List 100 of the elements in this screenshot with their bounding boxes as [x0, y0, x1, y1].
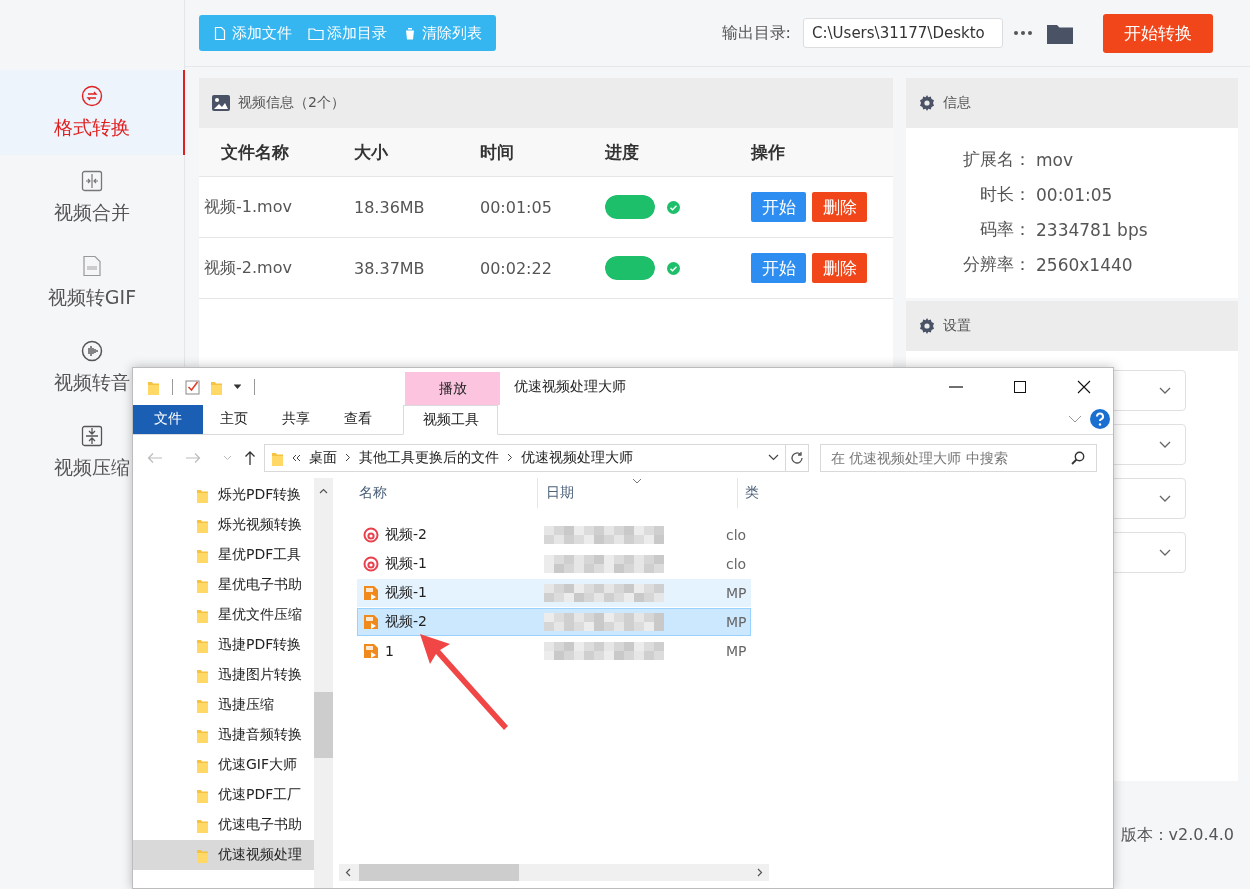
merge-icon — [81, 169, 103, 192]
search-field[interactable]: 在 优速视频处理大师 中搜索 — [820, 443, 1097, 472]
file-icon — [81, 254, 103, 277]
table-cell-text: 视频-1.mov — [203, 196, 293, 219]
ribbon-tab[interactable]: 视频工具 — [403, 405, 498, 435]
sidebar-item[interactable]: 视频转GIF — [0, 240, 184, 325]
field-value: 2560x1440 — [1035, 254, 1134, 275]
file-row[interactable]: 视频-2 clo — [357, 521, 751, 549]
file-type: clo — [726, 556, 747, 572]
column-header[interactable]: 类 — [738, 478, 769, 508]
file-type: clo — [726, 527, 747, 543]
field-label: 扩展名： — [962, 148, 1031, 171]
folder-tree-item[interactable]: 星优文件压缩 — [133, 600, 314, 630]
file-row[interactable]: 视频-1 MP — [357, 579, 751, 607]
address-bar[interactable]: 桌面 其他工具更换后的文件 优速视频处理大师 — [264, 443, 786, 472]
output-path-field[interactable]: C:\Users\31177\Deskto — [803, 18, 1003, 48]
folder-icon — [196, 817, 209, 833]
folder-icon — [196, 667, 209, 683]
ribbon-tab[interactable]: 共享 — [265, 405, 327, 434]
folder-tree-item[interactable]: 优速GIF大师 — [133, 750, 314, 780]
table-cell-text: 00:01:05 — [480, 197, 553, 217]
chevron-down-icon — [223, 454, 232, 461]
vertical-scrollbar[interactable] — [314, 478, 333, 888]
folder-tree-item[interactable]: 烁光视频转换 — [133, 510, 314, 540]
window-title: 优速视频处理大师 — [514, 377, 626, 396]
ribbon-tab[interactable]: 查看 — [327, 405, 389, 434]
file-row[interactable]: 1 MP — [357, 637, 751, 665]
convert-icon — [80, 84, 103, 107]
file-name: 1 — [385, 643, 394, 659]
folder-icon — [196, 517, 209, 533]
folder-tree-item[interactable]: 迅捷压缩 — [133, 690, 314, 720]
column-header: 操作 — [751, 140, 785, 164]
table-cell-text: 00:02:22 — [480, 258, 553, 278]
file-type: MP — [726, 585, 747, 601]
folder-tree-item[interactable]: 优速PDF工厂 — [133, 780, 314, 810]
chevron-down-icon — [1068, 415, 1082, 424]
breadcrumb-item[interactable]: 其他工具更换后的文件 — [359, 448, 499, 467]
file-name: 视频-1 — [385, 584, 427, 602]
folder-tree-item[interactable]: 迅捷音频转换 — [133, 720, 314, 750]
file-name: 视频-1 — [385, 555, 427, 573]
column-header[interactable]: 日期 — [538, 478, 738, 508]
gear-icon — [919, 95, 935, 111]
column-header: 进度 — [605, 140, 640, 164]
folder-icon — [196, 697, 209, 713]
close-icon — [1077, 379, 1091, 394]
output-label: 输出目录: — [721, 22, 791, 44]
checkbox-icon — [185, 378, 200, 395]
ribbon-tab[interactable]: 文件 — [133, 405, 203, 434]
panel-title: 视频信息（2个） — [238, 94, 345, 112]
folder-icon — [196, 787, 209, 803]
column-header[interactable]: 名称 — [339, 478, 538, 508]
folder-tree-item[interactable]: 迅捷PDF转换 — [133, 630, 314, 660]
maximize-icon — [1013, 379, 1027, 394]
back-arrow-icon — [147, 451, 163, 464]
folder-icon — [196, 547, 209, 563]
folder-tree-item[interactable]: 优速视频处理 — [133, 840, 314, 870]
table-cell-text: 18.36MB — [354, 197, 426, 217]
folder-icon — [196, 577, 209, 593]
delete-button[interactable]: 删除 — [812, 253, 867, 283]
breadcrumb-item[interactable]: 优速视频处理大师 — [521, 448, 633, 467]
folder-tree-item[interactable]: 烁光PDF转换 — [133, 480, 314, 510]
video-file-icon — [363, 614, 379, 630]
scrollbar-thumb[interactable] — [359, 864, 519, 881]
chevron-down-icon — [1159, 495, 1171, 502]
folder-tree-item[interactable]: 迅捷图片转换 — [133, 660, 314, 690]
folder-icon — [196, 847, 209, 863]
folder-icon — [196, 727, 209, 743]
horizontal-scrollbar[interactable] — [339, 864, 769, 881]
search-icon — [1071, 450, 1085, 465]
start-convert-button[interactable]: 开始转换 — [1103, 13, 1213, 53]
refresh-icon — [790, 450, 804, 465]
sidebar-item[interactable]: 视频合并 — [0, 155, 184, 240]
up-arrow-icon — [244, 449, 256, 466]
field-label: 时长： — [979, 183, 1031, 206]
file-row[interactable]: 视频-2 MP — [357, 608, 751, 636]
folder-tree-item[interactable]: 优速电子书助 — [133, 810, 314, 840]
sidebar-item[interactable]: 格式转换 — [0, 70, 185, 155]
folder-tree-item[interactable]: 星优PDF工具 — [133, 540, 314, 570]
file-name: 视频-2 — [385, 613, 427, 631]
table-cell-text: 视频-2.mov — [203, 257, 293, 280]
column-header: 大小 — [354, 140, 389, 164]
gear-icon — [919, 318, 935, 334]
chevron-up-icon — [319, 488, 328, 494]
field-label: 码率： — [979, 218, 1031, 241]
folder-tree-item[interactable]: 星优电子书助 — [133, 570, 314, 600]
delete-button[interactable]: 删除 — [812, 192, 867, 222]
table-cell-text: 38.37MB — [354, 258, 426, 278]
file-row[interactable]: 视频-1 clo — [357, 550, 751, 578]
scrollbar-thumb[interactable] — [314, 692, 333, 758]
field-value: 00:01:05 — [1035, 184, 1114, 205]
chevron-down-icon — [1159, 549, 1171, 556]
chevron-down-icon — [632, 478, 642, 484]
field-value: mov — [1035, 149, 1075, 170]
video-file-icon — [363, 643, 379, 659]
column-header: 时间 — [480, 140, 515, 164]
refresh-button[interactable] — [786, 443, 809, 472]
breadcrumb-item[interactable]: 桌面 — [309, 448, 337, 467]
file-type: MP — [726, 643, 747, 659]
ribbon-tab[interactable]: 主页 — [203, 405, 265, 434]
chevron-right-icon — [757, 868, 763, 877]
